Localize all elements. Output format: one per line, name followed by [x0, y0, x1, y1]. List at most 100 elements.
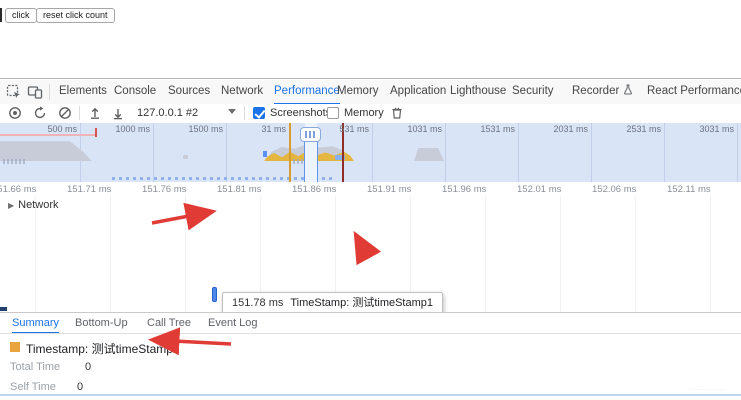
ruler-tick-label: 151.91 ms: [367, 184, 411, 195]
ruler-tick-label: 151.86 ms: [292, 184, 336, 195]
overview-tick-label: 1531 ms: [457, 124, 515, 134]
self-time-label: Self Time: [10, 381, 56, 393]
overview-tick-label: 31 ms: [228, 124, 286, 134]
screenshots-label: Screenshots: [270, 106, 331, 121]
total-time-label: Total Time: [10, 361, 60, 373]
flame-gridline: [635, 196, 636, 312]
page-edge-artifact: [0, 8, 2, 22]
memory-checkbox[interactable]: [327, 107, 339, 119]
ruler-tick-label: 151.66 ms: [0, 184, 36, 195]
flame-gridline: [710, 196, 711, 312]
filmstrip-text-left: [3, 159, 27, 164]
memory-label: Memory: [344, 106, 384, 121]
timestamp-marker[interactable]: [212, 287, 217, 302]
ruler-tick-label: 152.01 ms: [517, 184, 561, 195]
timestamp-tooltip: 151.78 ms TimeStamp: 测试timeStamp1: [222, 292, 443, 312]
overview-gridline: [518, 123, 519, 182]
ruler-tick-label: 152.11 ms: [667, 184, 711, 195]
overview-tick-label: 3031 ms: [676, 124, 734, 134]
summary-tabbar-divider: [0, 333, 741, 334]
flame-gridline: [560, 196, 561, 312]
overview-tick-label: 2031 ms: [530, 124, 588, 134]
summary-tab-call-tree[interactable]: Call Tree: [147, 314, 191, 332]
ruler-tick-label: 151.71 ms: [67, 184, 111, 195]
click-button[interactable]: click: [5, 8, 37, 23]
tab-security[interactable]: Security: [512, 80, 554, 103]
overview-gridline: [737, 123, 738, 182]
overview-gridline: [445, 123, 446, 182]
overview-tick-label: 1000 ms: [92, 124, 150, 134]
cpu-activity-left: [0, 140, 92, 161]
total-time-value: 0: [85, 361, 91, 373]
chevron-down-icon: [228, 109, 236, 114]
flame-gridline: [35, 196, 36, 312]
toolbar-separator-2: [244, 106, 245, 120]
toggle-device-toolbar-icon[interactable]: [27, 84, 43, 100]
tab-sources[interactable]: Sources: [168, 80, 210, 103]
marker-line-orange: [289, 123, 291, 182]
load-profile-icon[interactable]: [88, 106, 102, 120]
tab-network[interactable]: Network: [221, 80, 263, 103]
load-marker-line: [0, 134, 96, 136]
cpu-activity-right: [414, 148, 444, 161]
inspect-element-icon[interactable]: [6, 84, 22, 100]
flame-gridline: [485, 196, 486, 312]
overview-tick-label: 531 ms: [311, 124, 369, 134]
tabbar-separator: [49, 84, 50, 100]
timeline-overview[interactable]: 500 ms 1000 ms 1500 ms 31 ms 531 ms 1031 ms 15…: [0, 123, 741, 183]
tab-console[interactable]: Console: [114, 80, 156, 103]
screenshots-checkbox[interactable]: [253, 107, 265, 119]
network-section-header[interactable]: ▶Network: [8, 199, 59, 211]
performance-toolbar: 127.0.0.1 #2 Screenshots Memory: [0, 104, 741, 124]
ruler-tick-label: 151.81 ms: [217, 184, 261, 195]
tab-memory[interactable]: Memory: [337, 80, 379, 103]
reload-record-icon[interactable]: [33, 106, 47, 120]
drawer-divider: [0, 394, 741, 396]
tab-react-performance[interactable]: React Performance: [647, 80, 741, 103]
tab-recorder[interactable]: Recorder: [572, 80, 633, 103]
devtools-tab-bar: Elements Console Sources Network Performance…: [0, 80, 741, 105]
cpu-activity-dot: [183, 155, 188, 159]
summary-tab-event-log[interactable]: Event Log: [208, 314, 258, 332]
overview-tick-label: 500 ms: [19, 124, 77, 134]
summary-tab-bottom-up[interactable]: Bottom-Up: [75, 314, 128, 332]
tab-lighthouse[interactable]: Lighthouse: [450, 80, 506, 103]
screenshot-canvas: click reset click count Elements Console S…: [0, 0, 741, 400]
collapsed-triangle-icon[interactable]: ▶: [8, 201, 14, 210]
overview-tick-label: 2531 ms: [603, 124, 661, 134]
ruler-tick-label: 151.96 ms: [442, 184, 486, 195]
clear-icon[interactable]: [58, 106, 72, 120]
flame-gridline: [110, 196, 111, 312]
ruler-tick-label: 152.06 ms: [592, 184, 636, 195]
toolbar-separator: [79, 106, 80, 120]
time-ruler: 151.66 ms 151.71 ms 151.76 ms 151.81 ms 151.…: [0, 182, 741, 197]
trash-icon[interactable]: [390, 106, 404, 120]
summary-tab-summary[interactable]: Summary: [12, 314, 59, 334]
left-edge-mark-navy: [0, 307, 7, 311]
timestamp-legend-swatch: [10, 342, 20, 352]
overview-gridline: [226, 123, 227, 182]
tooltip-label: TimeStamp: 测试timeStamp1: [290, 297, 433, 309]
reset-click-count-button[interactable]: reset click count: [36, 8, 115, 23]
summary-panel: Summary Bottom-Up Call Tree Event Log Times…: [0, 312, 741, 400]
tab-application[interactable]: Application: [390, 80, 446, 103]
overview-gridline: [372, 123, 373, 182]
flame-chart-area[interactable]: ▶Network 151.78 ms TimeStamp: 测试timeStamp…: [0, 196, 741, 312]
overview-tick-label: 1500 ms: [165, 124, 223, 134]
flame-gridline: [185, 196, 186, 312]
save-profile-icon[interactable]: [111, 106, 125, 120]
watermark: ∙∙∙∙∙∙∙∙∙∙∙∙∙∙∙∙: [686, 387, 724, 393]
overview-gridline: [153, 123, 154, 182]
flask-icon: [619, 85, 632, 97]
timestamp-legend-label: Timestamp: 测试timeStamp1: [26, 340, 180, 357]
overview-gridline: [664, 123, 665, 182]
tab-performance[interactable]: Performance: [274, 80, 340, 105]
record-icon[interactable]: [8, 106, 22, 120]
tooltip-time: 151.78 ms: [232, 297, 283, 309]
tab-elements[interactable]: Elements: [59, 80, 107, 103]
ruler-tick-label: 151.76 ms: [142, 184, 186, 195]
overview-tick-label: 1031 ms: [384, 124, 442, 134]
filmstrip-blue-square: [263, 151, 267, 157]
self-time-value: 0: [77, 381, 83, 393]
network-ticks-row: [112, 177, 336, 180]
